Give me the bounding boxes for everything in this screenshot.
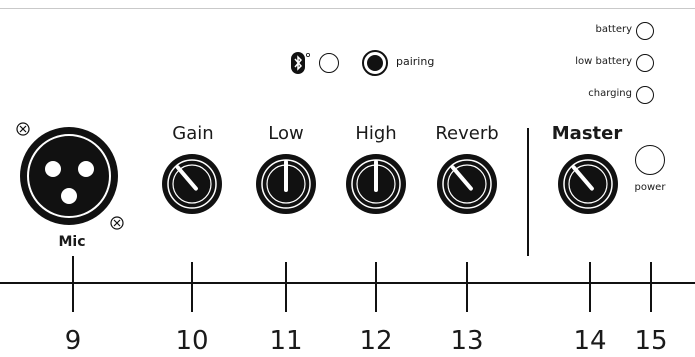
master-label: Master [551,123,623,144]
callout-tick [589,262,591,312]
pairing-label: pairing [396,55,435,68]
callout-tick [285,262,287,312]
high-label: High [355,123,397,144]
low-battery-led [636,54,654,72]
callout-tick [191,262,193,312]
battery-label: battery [595,24,633,35]
callout-number: 12 [359,326,393,356]
charging-label: charging [588,88,632,99]
gain-knob[interactable] [161,153,223,215]
screw-icon [16,122,30,136]
pairing-button[interactable] [362,50,388,76]
callout-number: 13 [450,326,484,356]
bluetooth-icon [291,52,310,74]
callout-tick [72,256,74,312]
low-knob[interactable] [255,153,317,215]
power-label: power [634,182,666,193]
mic-xlr-input[interactable] [8,118,138,236]
callout-tick [375,262,377,312]
callout-number: 10 [175,326,209,356]
top-divider [0,8,695,9]
callout-number: 15 [634,326,668,356]
low-battery-label: low battery [575,56,632,67]
charging-led [636,86,654,104]
callout-number: 11 [269,326,303,356]
mic-label: Mic [58,234,86,250]
master-knob[interactable] [557,153,619,215]
callout-number: 9 [64,326,82,356]
callout-tick [650,262,652,312]
gain-label: Gain [172,123,214,144]
callout-tick [466,262,468,312]
reverb-knob[interactable] [436,153,498,215]
callout-number: 14 [573,326,607,356]
high-knob[interactable] [345,153,407,215]
power-button[interactable] [635,145,665,175]
reverb-label: Reverb [435,123,499,144]
screw-icon [110,216,124,230]
battery-led [636,22,654,40]
low-label: Low [268,123,304,144]
bluetooth-led [319,53,339,73]
section-divider [527,128,529,256]
